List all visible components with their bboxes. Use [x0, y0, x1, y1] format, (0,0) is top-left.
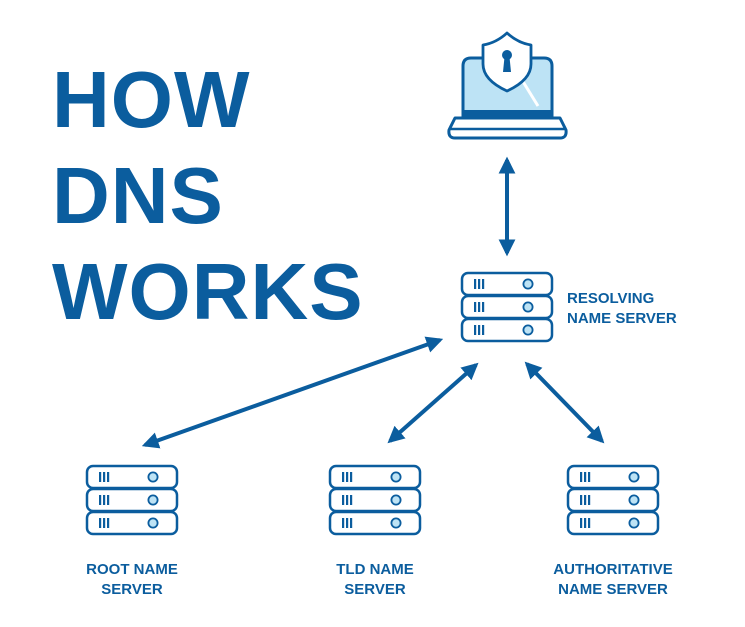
resolving-server-label: RESOLVING NAME SERVER [567, 290, 677, 327]
tld-server-icon [328, 464, 422, 536]
arrow-resolver-root [141, 336, 444, 449]
laptop-with-shield-lock-icon [447, 31, 568, 140]
root-server-label: ROOT NAME SERVER [86, 561, 178, 598]
tld-server-label: TLD NAME SERVER [336, 561, 414, 598]
resolving-server-icon [460, 271, 554, 343]
root-server-icon [85, 464, 179, 536]
authoritative-server-label: AUTHORITATIVE NAME SERVER [553, 561, 673, 598]
arrow-resolver-authoritative [524, 361, 605, 444]
authoritative-server-icon [566, 464, 660, 536]
arrow-resolver-tld [387, 362, 479, 444]
